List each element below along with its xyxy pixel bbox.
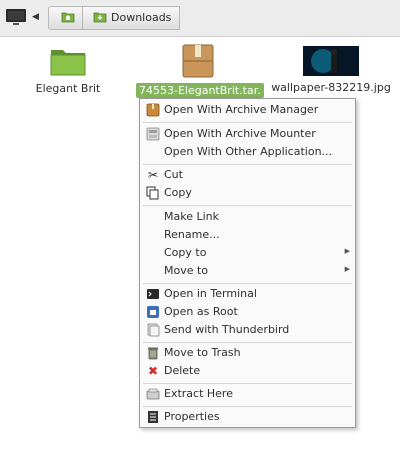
archive-manager-icon <box>146 103 160 117</box>
menu-separator <box>143 383 352 384</box>
submenu-arrow-icon: ▶ <box>344 265 350 273</box>
menu-open-terminal[interactable]: Open in Terminal <box>140 286 355 303</box>
file-item-archive[interactable]: 74553-ElegantBrit.tar. <box>136 42 264 98</box>
location-toolbar: ◀ Downloads <box>0 0 400 37</box>
properties-icon <box>146 410 160 424</box>
menu-open-as-root[interactable]: Open as Root <box>140 304 355 321</box>
menu-separator <box>143 205 352 206</box>
file-name: Elegant Brit <box>35 82 101 95</box>
menu-open-archive-mounter[interactable]: Open With Archive Mounter <box>140 126 355 143</box>
submenu-arrow-icon: ▶ <box>344 247 350 255</box>
menu-cut[interactable]: ✂ Cut <box>140 167 355 184</box>
terminal-icon <box>146 287 160 301</box>
file-name: 74553-ElegantBrit.tar. <box>136 83 264 98</box>
archive-mounter-icon <box>146 127 160 141</box>
image-thumbnail <box>303 46 359 76</box>
file-item-folder[interactable]: Elegant Brit <box>28 44 108 95</box>
menu-separator <box>143 164 352 165</box>
thunderbird-icon <box>146 323 160 337</box>
menu-extract-here[interactable]: Extract Here <box>140 386 355 403</box>
root-icon <box>146 305 160 319</box>
menu-separator <box>143 406 352 407</box>
scissors-icon: ✂ <box>147 168 159 182</box>
menu-make-link[interactable]: Make Link <box>140 209 355 226</box>
home-folder-icon <box>61 11 75 26</box>
extract-icon <box>146 387 160 401</box>
menu-move-to-trash[interactable]: Move to Trash <box>140 345 355 362</box>
trash-icon <box>146 346 160 360</box>
delete-icon: ✖ <box>147 364 159 378</box>
menu-send-thunderbird[interactable]: Send with Thunderbird <box>140 322 355 339</box>
menu-copy-to[interactable]: Copy to ▶ <box>140 245 355 262</box>
menu-open-archive-manager[interactable]: Open With Archive Manager <box>140 102 355 119</box>
crumb-label: Downloads <box>111 11 172 24</box>
crumb-home-button[interactable] <box>48 6 83 30</box>
menu-separator <box>143 283 352 284</box>
menu-copy[interactable]: Copy <box>140 185 355 202</box>
menu-separator <box>143 342 352 343</box>
menu-move-to[interactable]: Move to ▶ <box>140 263 355 280</box>
computer-icon[interactable] <box>4 6 28 28</box>
menu-rename[interactable]: Rename... <box>140 227 355 244</box>
menu-open-other-application[interactable]: Open With Other Application... <box>140 144 355 161</box>
menu-properties[interactable]: Properties <box>140 409 355 426</box>
menu-separator <box>143 122 352 123</box>
file-item-image[interactable]: wallpaper-832219.jpg <box>268 46 394 94</box>
package-icon <box>180 42 216 80</box>
back-arrow-icon[interactable]: ◀ <box>32 10 42 24</box>
downloads-folder-icon <box>93 11 107 26</box>
menu-delete[interactable]: ✖ Delete <box>140 363 355 380</box>
crumb-downloads-button[interactable]: Downloads <box>82 6 180 30</box>
file-name: wallpaper-832219.jpg <box>271 81 391 94</box>
folder-icon <box>48 44 88 80</box>
context-menu: Open With Archive Manager Open With Arch… <box>139 98 356 428</box>
copy-icon <box>146 186 160 200</box>
